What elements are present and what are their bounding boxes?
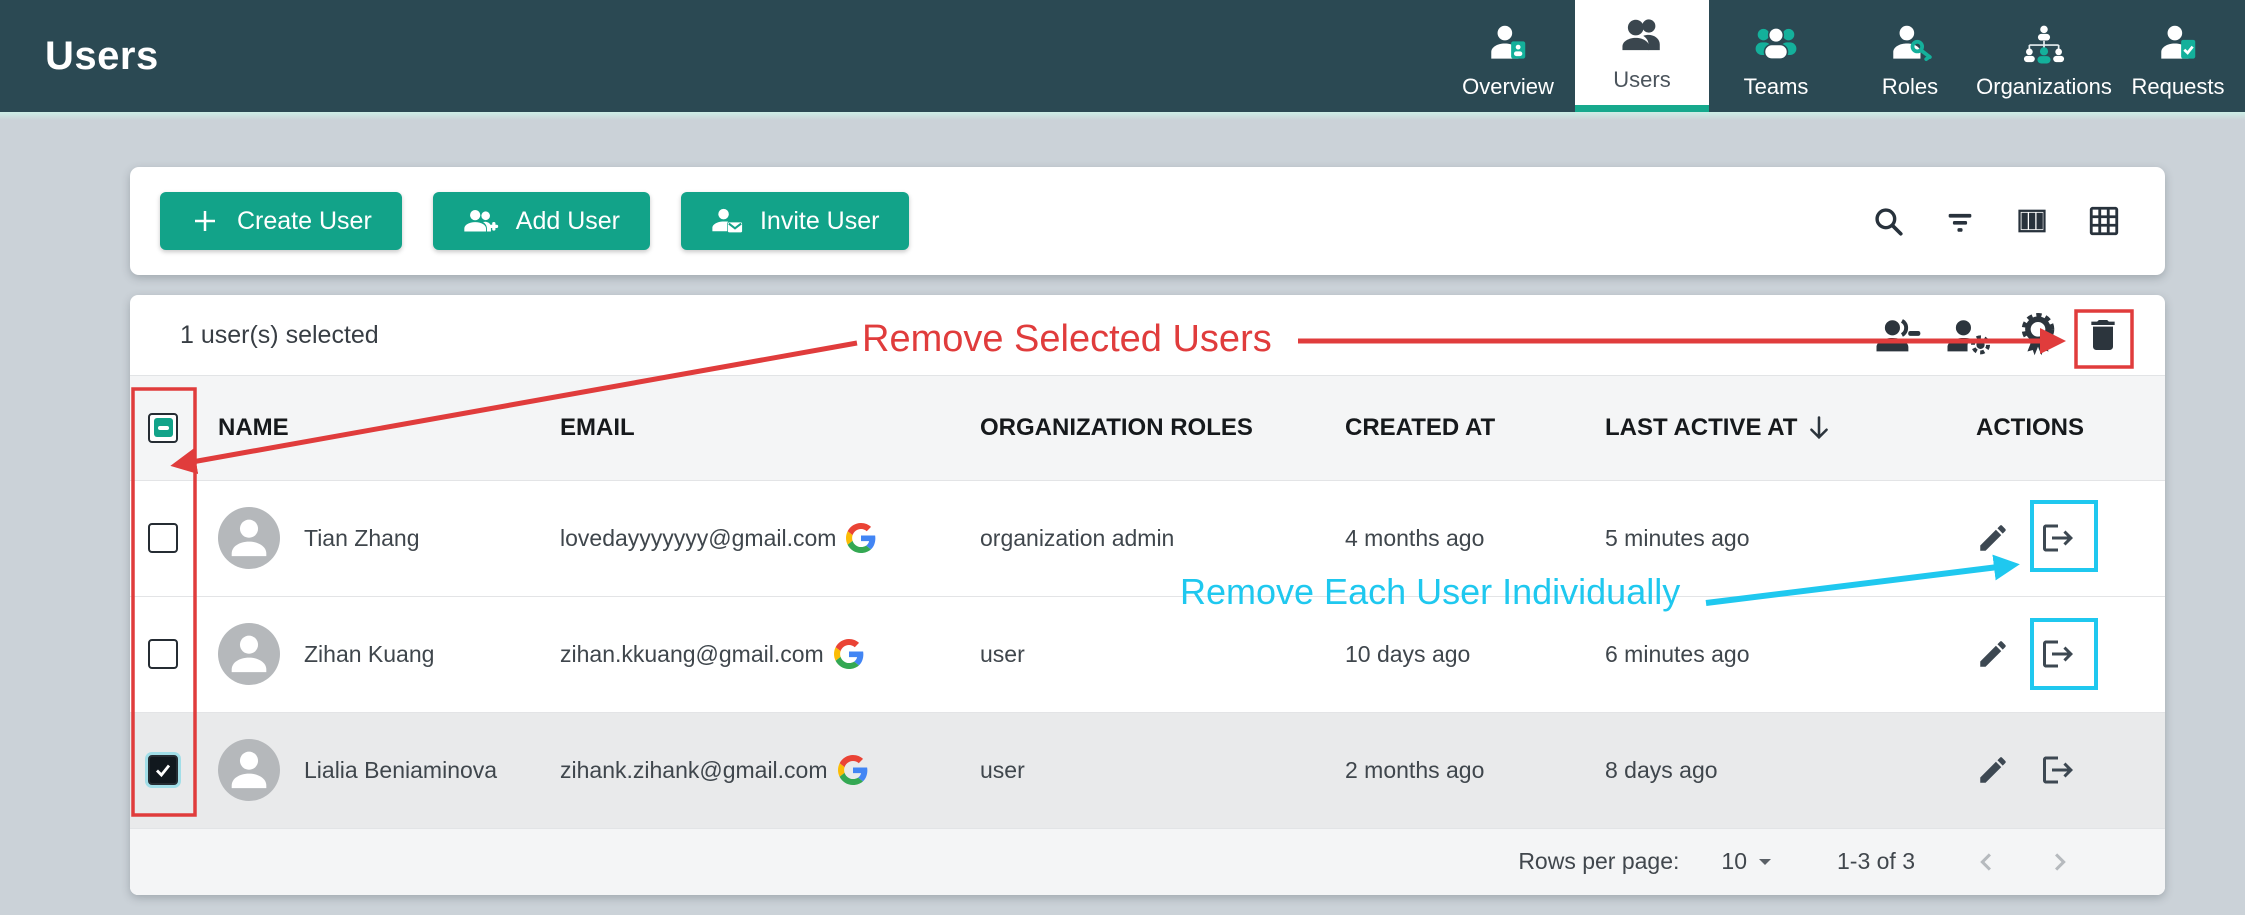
rosette-icon[interactable]	[2018, 313, 2058, 357]
remove-user-icon[interactable]	[2040, 520, 2076, 556]
google-icon	[846, 523, 876, 553]
plus-icon	[190, 206, 220, 236]
table-row: Lialia Beniaminova zihank.zihank@gmail.c…	[130, 712, 2165, 828]
user-role: organization admin	[980, 525, 1345, 552]
main-nav-tabs: Overview Users Teams Roles	[1441, 0, 2245, 112]
table-tools	[1871, 204, 2135, 238]
edit-icon[interactable]	[1976, 637, 2010, 671]
create-user-button[interactable]: Create User	[160, 192, 402, 250]
tab-overview[interactable]: Overview	[1441, 0, 1575, 112]
table-row: Zihan Kuang zihan.kkuang@gmail.com user …	[130, 596, 2165, 712]
button-label: Invite User	[760, 207, 879, 236]
selection-bar: 1 user(s) selected	[130, 295, 2165, 375]
button-label: Add User	[516, 207, 620, 236]
remove-user-icon[interactable]	[2040, 752, 2076, 788]
indeterminate-mark	[154, 418, 173, 437]
remove-user-icon[interactable]	[2040, 636, 2076, 672]
button-label: Create User	[237, 207, 372, 236]
tab-teams[interactable]: Teams	[1709, 0, 1843, 112]
row-checkbox[interactable]	[148, 639, 178, 669]
column-header-email[interactable]: EMAIL	[560, 414, 980, 442]
tab-label: Overview	[1462, 74, 1554, 100]
person-mail-icon	[711, 206, 743, 236]
tab-label: Roles	[1882, 74, 1938, 100]
column-header-org-roles[interactable]: ORGANIZATION ROLES	[980, 414, 1345, 442]
row-checkbox[interactable]	[148, 523, 178, 553]
tab-label: Teams	[1744, 74, 1809, 100]
created-at: 10 days ago	[1345, 641, 1605, 668]
person-badge-icon	[1485, 21, 1531, 65]
bulk-action-icons	[1876, 313, 2123, 357]
user-email: lovedayyyyyyy@gmail.com	[560, 525, 836, 552]
org-tree-icon	[2021, 21, 2067, 65]
page-title: Users	[45, 34, 159, 79]
user-name: Zihan Kuang	[304, 641, 434, 668]
search-icon[interactable]	[1871, 204, 1905, 238]
rows-per-page-select[interactable]: 10	[1721, 848, 1773, 875]
avatar	[218, 623, 280, 685]
sort-desc-icon[interactable]	[1807, 414, 1831, 442]
table-header-row: NAME EMAIL ORGANIZATION ROLES CREATED AT…	[130, 375, 2165, 480]
selection-count: 1 user(s) selected	[180, 321, 379, 350]
google-icon	[838, 755, 868, 785]
last-active-at: 5 minutes ago	[1605, 525, 1962, 552]
person-check-icon	[2155, 21, 2201, 65]
team-icon	[1753, 21, 1799, 65]
caret-down-icon	[1757, 856, 1773, 868]
grid-icon[interactable]	[2087, 204, 2121, 238]
table-footer: Rows per page: 10 1-3 of 3	[130, 828, 2165, 895]
trash-icon[interactable]	[2083, 314, 2123, 356]
column-header-actions: ACTIONS	[1962, 414, 2165, 442]
created-at: 2 months ago	[1345, 757, 1605, 784]
google-icon	[834, 639, 864, 669]
tab-roles[interactable]: Roles	[1843, 0, 1977, 112]
next-page-icon[interactable]	[2045, 848, 2073, 876]
group-add-icon	[463, 207, 499, 235]
rows-per-page-label: Rows per page:	[1518, 848, 1679, 875]
column-header-created-at[interactable]: CREATED AT	[1345, 414, 1605, 442]
tab-label: Organizations	[1976, 74, 2112, 100]
filter-icon[interactable]	[1943, 204, 1977, 238]
edit-icon[interactable]	[1976, 753, 2010, 787]
tab-users[interactable]: Users	[1575, 0, 1709, 112]
user-email: zihank.zihank@gmail.com	[560, 757, 828, 784]
header-glow-divider	[0, 112, 2245, 120]
user-name: Tian Zhang	[304, 525, 420, 552]
people-icon	[1619, 14, 1665, 58]
select-all-checkbox[interactable]	[148, 413, 178, 443]
person-key-icon	[1887, 21, 1933, 65]
avatar	[218, 739, 280, 801]
tab-label: Requests	[2132, 74, 2225, 100]
rows-per-page-value: 10	[1721, 848, 1747, 875]
prev-page-icon[interactable]	[1973, 848, 2001, 876]
app-header: Users Overview Users Teams	[0, 0, 2245, 112]
user-name: Lialia Beniaminova	[304, 757, 497, 784]
user-email: zihan.kkuang@gmail.com	[560, 641, 824, 668]
pagination-range: 1-3 of 3	[1837, 848, 1915, 875]
add-user-button[interactable]: Add User	[433, 192, 650, 250]
avatar	[218, 507, 280, 569]
row-checkbox[interactable]	[148, 755, 178, 785]
last-active-at: 8 days ago	[1605, 757, 1962, 784]
invite-user-button[interactable]: Invite User	[681, 192, 909, 250]
table-row: Tian Zhang lovedayyyyyyy@gmail.com organ…	[130, 480, 2165, 596]
users-admin-page: Users Overview Users Teams	[0, 0, 2245, 915]
columns-icon[interactable]	[2015, 204, 2049, 238]
tab-label: Users	[1613, 67, 1670, 93]
column-label: LAST ACTIVE AT	[1605, 414, 1797, 442]
user-role: user	[980, 641, 1345, 668]
last-active-at: 6 minutes ago	[1605, 641, 1962, 668]
users-table-card: 1 user(s) selected NAME	[130, 295, 2165, 895]
person-remove-icon[interactable]	[1876, 315, 1922, 355]
edit-icon[interactable]	[1976, 521, 2010, 555]
user-role: user	[980, 757, 1345, 784]
tab-requests[interactable]: Requests	[2111, 0, 2245, 112]
person-gear-icon[interactable]	[1947, 315, 1993, 355]
toolbar-card: Create User Add User Invite User	[130, 167, 2165, 275]
column-header-name[interactable]: NAME	[218, 414, 560, 442]
column-header-last-active[interactable]: LAST ACTIVE AT	[1605, 414, 1962, 442]
created-at: 4 months ago	[1345, 525, 1605, 552]
tab-organizations[interactable]: Organizations	[1977, 0, 2111, 112]
